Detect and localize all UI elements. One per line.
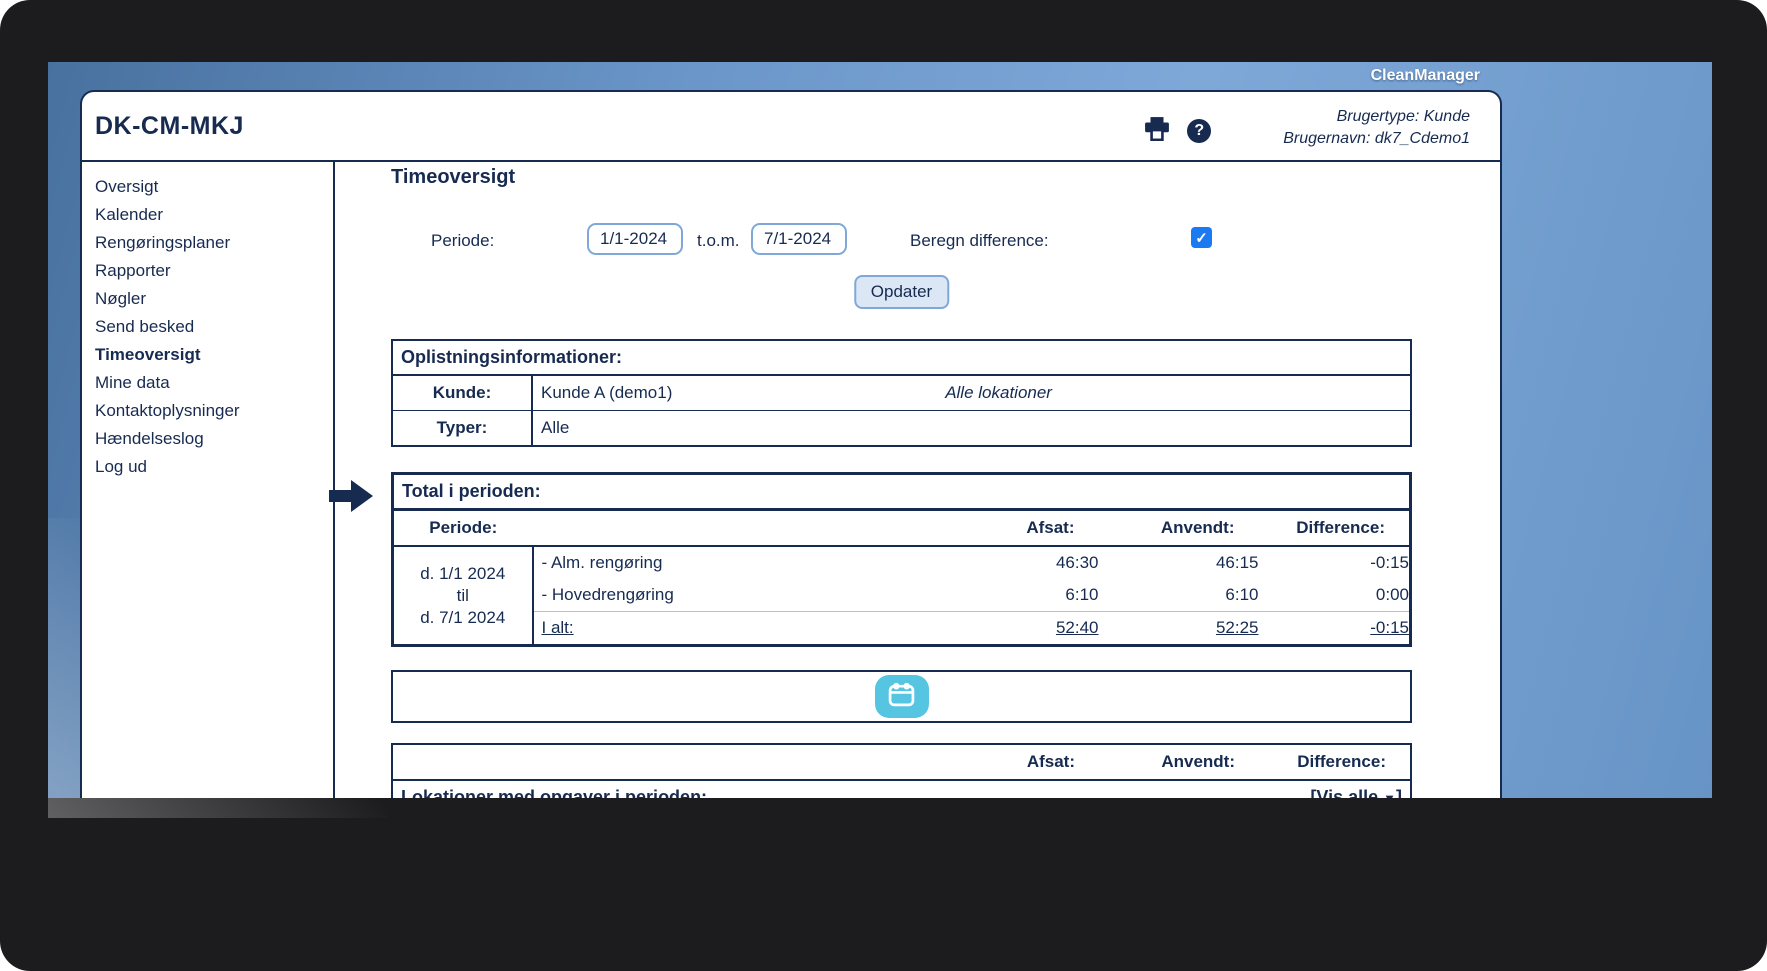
tom-label: t.o.m. <box>697 231 740 251</box>
brand-logo: CleanManager <box>1371 67 1480 85</box>
table-row: Kunde: Kunde A (demo1) Alle lokationer <box>392 375 1411 411</box>
period-from-input[interactable] <box>587 223 683 255</box>
total-section: Total i perioden: Periode: Afsat: Anvend… <box>391 472 1412 647</box>
total-caption: Total i perioden: <box>391 472 1412 508</box>
period-to: d. 7/1 2024 <box>394 607 532 629</box>
empty-header <box>392 744 939 780</box>
calendar-bar <box>391 670 1412 723</box>
difference-header: Difference: <box>1259 510 1411 547</box>
device-frame: CleanManager DK-CM-MKJ ? <box>0 0 1767 971</box>
app-panel: DK-CM-MKJ ? Brugertype: Kun <box>80 90 1502 798</box>
user-type: Brugertype: Kunde <box>1283 106 1470 128</box>
difference-value: -0:15 <box>1259 546 1411 579</box>
anvendt-value: 6:10 <box>1099 579 1259 612</box>
pointer-arrow-icon <box>329 478 375 519</box>
header-icons: ? <box>1144 111 1211 146</box>
period-range-cell: d. 1/1 2024 til d. 7/1 2024 <box>393 546 533 646</box>
listing-info-table: Oplistningsinformationer: Kunde: Kunde A… <box>391 339 1412 447</box>
company-title: DK-CM-MKJ <box>82 92 244 141</box>
period-form: Periode: t.o.m. Beregn difference: ✓ Opd… <box>391 189 1412 339</box>
calendar-icon <box>888 682 915 712</box>
afsat-value: 46:30 <box>939 546 1099 579</box>
header-right: ? Brugertype: Kunde Brugernavn: dk7_Cdem… <box>1144 92 1500 150</box>
locations-table: Lokationer med opgaver i perioden: [Vis … <box>391 743 1412 798</box>
anvendt-total: 52:25 <box>1099 612 1259 646</box>
table-row: d. 1/1 2024 til d. 7/1 2024 - Alm. rengø… <box>393 546 1411 579</box>
locations-caption-row: Lokationer med opgaver i perioden: [Vis … <box>392 780 1411 798</box>
total-row: I alt: 52:40 52:25 -0:15 <box>393 612 1411 646</box>
locations-header-row: Afsat: Anvendt: Difference: <box>392 744 1411 780</box>
sidebar-item-nogler[interactable]: Nøgler <box>95 285 333 313</box>
sidebar-item-rapporter[interactable]: Rapporter <box>95 257 333 285</box>
locations-caption: Lokationer med opgaver i perioden: <box>392 780 1259 798</box>
sidebar-item-mine-data[interactable]: Mine data <box>95 369 333 397</box>
calendar-button[interactable] <box>875 675 929 718</box>
table-header-row: Periode: Afsat: Anvendt: Difference: <box>393 510 1411 547</box>
period-from: d. 1/1 2024 <box>394 563 532 585</box>
sidebar-item-haendelseslog[interactable]: Hændelseslog <box>95 425 333 453</box>
typer-label: Typer: <box>392 411 532 447</box>
difference-total: -0:15 <box>1259 612 1411 646</box>
total-label: I alt: <box>533 612 939 646</box>
afsat-total: 52:40 <box>939 612 1099 646</box>
task-label: - Alm. rengøring <box>533 546 939 579</box>
sidebar-item-log-ud[interactable]: Log ud <box>95 453 333 481</box>
sidebar-item-rengoringsplaner[interactable]: Rengøringsplaner <box>95 229 333 257</box>
sidebar-item-send-besked[interactable]: Send besked <box>95 313 333 341</box>
anvendt-value: 46:15 <box>1099 546 1259 579</box>
print-icon[interactable] <box>1144 117 1170 146</box>
help-icon[interactable]: ? <box>1187 119 1211 143</box>
update-button[interactable]: Opdater <box>854 275 949 309</box>
app-header: DK-CM-MKJ ? Brugertype: Kun <box>82 92 1500 162</box>
period-til: til <box>394 585 532 607</box>
vis-alle-label: [Vis alle <box>1310 787 1378 798</box>
browser-viewport: CleanManager DK-CM-MKJ ? <box>48 62 1712 798</box>
anvendt-header: Anvendt: <box>1099 510 1259 547</box>
afsat-value: 6:10 <box>939 579 1099 612</box>
period-column-header: Periode: <box>393 510 533 547</box>
dropdown-arrow-icon: ▼ <box>1383 791 1396 798</box>
checkmark-icon: ✓ <box>1195 229 1208 247</box>
kunde-value-cell: Kunde A (demo1) Alle lokationer <box>532 375 1411 411</box>
difference-value: 0:00 <box>1259 579 1411 612</box>
difference-label: Beregn difference: <box>910 231 1049 251</box>
period-to-input[interactable] <box>751 223 847 255</box>
period-label: Periode: <box>431 231 494 251</box>
task-label: - Hovedrengøring <box>533 579 939 612</box>
kunde-label: Kunde: <box>392 375 532 411</box>
sidebar-item-oversigt[interactable]: Oversigt <box>95 173 333 201</box>
sidebar-item-kalender[interactable]: Kalender <box>95 201 333 229</box>
page-title: Timeoversigt <box>391 166 1412 189</box>
table-row: Typer: Alle <box>392 411 1411 447</box>
vis-alle-bracket: ] <box>1396 787 1402 798</box>
difference-header: Difference: <box>1259 744 1411 780</box>
empty-header <box>533 510 939 547</box>
sidebar-item-kontaktoplysninger[interactable]: Kontaktoplysninger <box>95 397 333 425</box>
anvendt-header: Anvendt: <box>1099 744 1259 780</box>
afsat-header: Afsat: <box>939 510 1099 547</box>
table-row: - Hovedrengøring 6:10 6:10 0:00 <box>393 579 1411 612</box>
difference-checkbox[interactable]: ✓ <box>1191 227 1212 248</box>
body-row: Oversigt Kalender Rengøringsplaner Rappo… <box>82 162 1500 798</box>
kunde-value: Kunde A (demo1) <box>541 383 672 402</box>
sidebar-nav: Oversigt Kalender Rengøringsplaner Rappo… <box>82 162 335 798</box>
total-period-table: Total i perioden: Periode: Afsat: Anvend… <box>391 472 1412 647</box>
user-info: Brugertype: Kunde Brugernavn: dk7_Cdemo1 <box>1283 106 1470 150</box>
vis-alle-toggle[interactable]: [Vis alle ▼] <box>1259 780 1411 798</box>
kunde-locations: Alle lokationer <box>945 383 1052 403</box>
main-content: Timeoversigt Periode: t.o.m. Beregn diff… <box>335 162 1500 798</box>
typer-value: Alle <box>532 411 1411 447</box>
listing-info-caption: Oplistningsinformationer: <box>391 339 1412 374</box>
user-name: Brugernavn: dk7_Cdemo1 <box>1283 128 1470 150</box>
sidebar-item-timeoversigt[interactable]: Timeoversigt <box>95 341 333 369</box>
afsat-header: Afsat: <box>939 744 1099 780</box>
